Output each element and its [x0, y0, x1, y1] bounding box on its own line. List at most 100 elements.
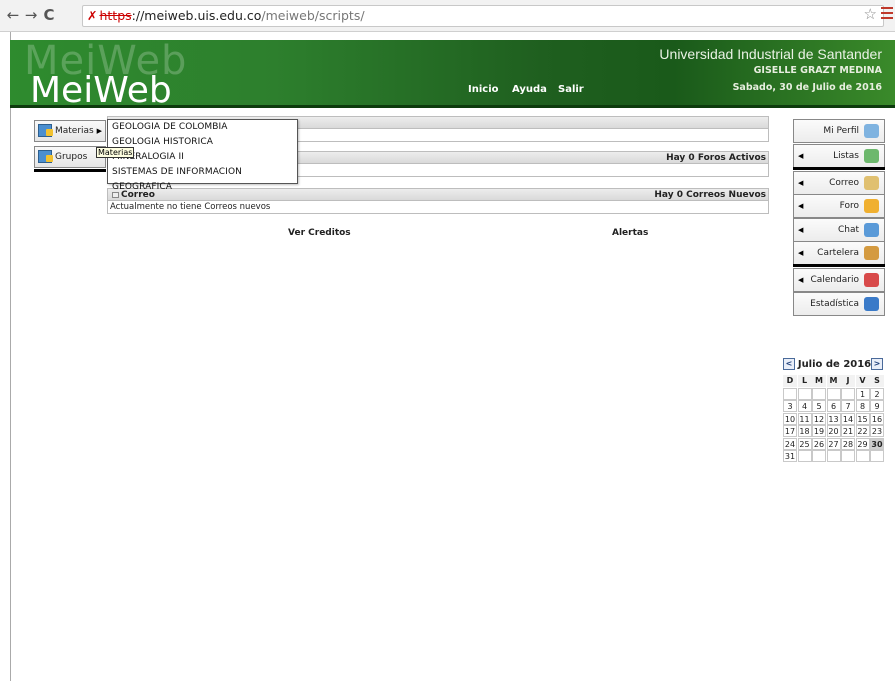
calendar-day[interactable]: 20: [826, 425, 841, 437]
calendar-day[interactable]: 5: [812, 400, 826, 412]
calendar-empty-cell: [826, 387, 841, 400]
right-menu-listas[interactable]: ◀ Listas: [793, 144, 885, 168]
dropdown-item[interactable]: GEOLOGIA DE COLOMBIA: [108, 120, 297, 135]
calendar-day[interactable]: 23: [870, 425, 884, 437]
calendar-day[interactable]: 8: [855, 400, 870, 412]
ver-creditos-link[interactable]: Ver Creditos: [288, 228, 351, 238]
right-menu-correo[interactable]: ◀ Correo: [793, 171, 885, 195]
calendar-day[interactable]: 22: [855, 425, 870, 437]
calendar-header: < Julio de 2016 >: [783, 358, 886, 371]
calendar-day[interactable]: 17: [783, 425, 797, 437]
calendar-day[interactable]: 12: [812, 412, 826, 425]
right-menu-label: Correo: [829, 178, 859, 188]
calendar-day[interactable]: 15: [855, 412, 870, 425]
calendar-empty-cell: [826, 450, 841, 462]
calendar: < Julio de 2016 > D L M M J V S 1 2 3 4 5 6 7 8 9 10 11 12…: [783, 358, 886, 462]
menu-materias[interactable]: Materias ▶: [34, 120, 106, 142]
calendar-day[interactable]: 7: [841, 400, 855, 412]
right-menu-cartelera[interactable]: ◀ Cartelera: [793, 241, 885, 265]
browser-toolbar: ← → C ✗ https://meiweb.uis.edu.co/meiweb/…: [0, 0, 895, 32]
calendar-day[interactable]: 27: [826, 437, 841, 450]
calendar-day[interactable]: 3: [783, 400, 797, 412]
submenu-arrow-icon: ▶: [96, 127, 102, 135]
calendar-day[interactable]: 14: [841, 412, 855, 425]
correo-status[interactable]: Hay 0 Correos Nuevos: [654, 189, 766, 201]
calendar-day[interactable]: 18: [797, 425, 812, 437]
right-menu-label: Foro: [839, 201, 859, 211]
calendar-empty-cell: [841, 387, 855, 400]
submenu-arrow-icon: ◀: [798, 202, 804, 210]
header-divider: [10, 105, 895, 108]
weekday-header: M: [826, 375, 841, 387]
submenu-arrow-icon: ◀: [798, 226, 804, 234]
insecure-lock-icon: ✗: [87, 8, 98, 23]
calendar-day[interactable]: 9: [870, 400, 884, 412]
reload-icon[interactable]: C: [40, 6, 58, 24]
url-scheme: https: [99, 8, 132, 23]
calendar-day[interactable]: 30: [870, 437, 884, 450]
calendar-day[interactable]: 31: [783, 450, 797, 462]
dropdown-item[interactable]: SISTEMAS DE INFORMACION GEOGRAFICA: [108, 165, 297, 192]
chat-icon: [864, 223, 879, 237]
dropdown-item[interactable]: GEOLOGIA HISTORICA: [108, 135, 297, 150]
right-menu-foro[interactable]: ◀ Foro: [793, 194, 885, 218]
calendar-day[interactable]: 19: [812, 425, 826, 437]
university-name: Universidad Industrial de Santander: [659, 46, 882, 62]
correo-message: Actualmente no tiene Correos nuevos: [110, 202, 271, 212]
forward-icon[interactable]: →: [22, 6, 40, 24]
materias-icon: [38, 124, 53, 137]
menu-grupos-label: Grupos: [55, 152, 88, 162]
nav-salir[interactable]: Salir: [558, 84, 584, 95]
menu-divider: [34, 169, 106, 172]
profile-icon: [864, 124, 879, 138]
calendar-day[interactable]: 2: [870, 387, 884, 400]
user-name: GISELLE GRAZT MEDINA: [753, 65, 882, 76]
right-menu-label: Chat: [837, 225, 859, 235]
calendar-day[interactable]: 24: [783, 437, 797, 450]
stats-icon: [864, 297, 879, 311]
back-icon[interactable]: ←: [4, 6, 22, 24]
submenu-arrow-icon: ◀: [798, 249, 804, 257]
weekday-header: M: [812, 375, 826, 387]
calendar-empty-cell: [797, 387, 812, 400]
right-menu-label: Estadística: [810, 299, 859, 309]
weekday-header: D: [783, 375, 797, 387]
calendar-empty-cell: [855, 450, 870, 462]
calendar-day[interactable]: 25: [797, 437, 812, 450]
menu-divider: [793, 264, 885, 267]
dropdown-item[interactable]: MINERALOGIA II: [108, 150, 297, 165]
calendar-day[interactable]: 13: [826, 412, 841, 425]
alertas-link[interactable]: Alertas: [612, 228, 648, 238]
right-menu-chat[interactable]: ◀ Chat: [793, 218, 885, 242]
submenu-arrow-icon: ◀: [798, 276, 804, 284]
calendar-day[interactable]: 10: [783, 412, 797, 425]
site-header: MeiWeb MeiWeb Inicio Ayuda Salir Univers…: [10, 40, 895, 108]
calendar-day[interactable]: 11: [797, 412, 812, 425]
calendar-day[interactable]: 21: [841, 425, 855, 437]
weekday-header: V: [855, 375, 870, 387]
calendar-day[interactable]: 29: [855, 437, 870, 450]
url-path: /meiweb/scripts/: [261, 8, 365, 23]
browser-menu-icon[interactable]: [881, 7, 893, 21]
calendar-day[interactable]: 28: [841, 437, 855, 450]
calendar-day[interactable]: 4: [797, 400, 812, 412]
calendar-empty-cell: [841, 450, 855, 462]
calendar-day[interactable]: 6: [826, 400, 841, 412]
calendar-day[interactable]: 16: [870, 412, 884, 425]
submenu-arrow-icon: ◀: [798, 179, 804, 187]
right-menu-calendario[interactable]: ◀ Calendario: [793, 268, 885, 292]
calendar-day[interactable]: 1: [855, 387, 870, 400]
calendar-day[interactable]: 26: [812, 437, 826, 450]
right-menu-label: Calendario: [810, 275, 859, 285]
address-bar[interactable]: ✗ https://meiweb.uis.edu.co/meiweb/script…: [82, 5, 884, 27]
right-menu-label: Listas: [833, 151, 859, 161]
nav-ayuda[interactable]: Ayuda: [512, 84, 547, 95]
right-menu-estadistica[interactable]: Estadística: [793, 292, 885, 316]
calendar-prev-button[interactable]: <: [783, 358, 795, 370]
site-logo[interactable]: MeiWeb: [30, 70, 172, 108]
foros-status[interactable]: Hay 0 Foros Activos: [666, 152, 766, 164]
bookmark-star-icon[interactable]: ☆: [864, 5, 877, 23]
nav-inicio[interactable]: Inicio: [468, 84, 499, 95]
right-menu-mi-perfil[interactable]: Mi Perfil: [793, 119, 885, 143]
calendar-next-button[interactable]: >: [871, 358, 883, 370]
